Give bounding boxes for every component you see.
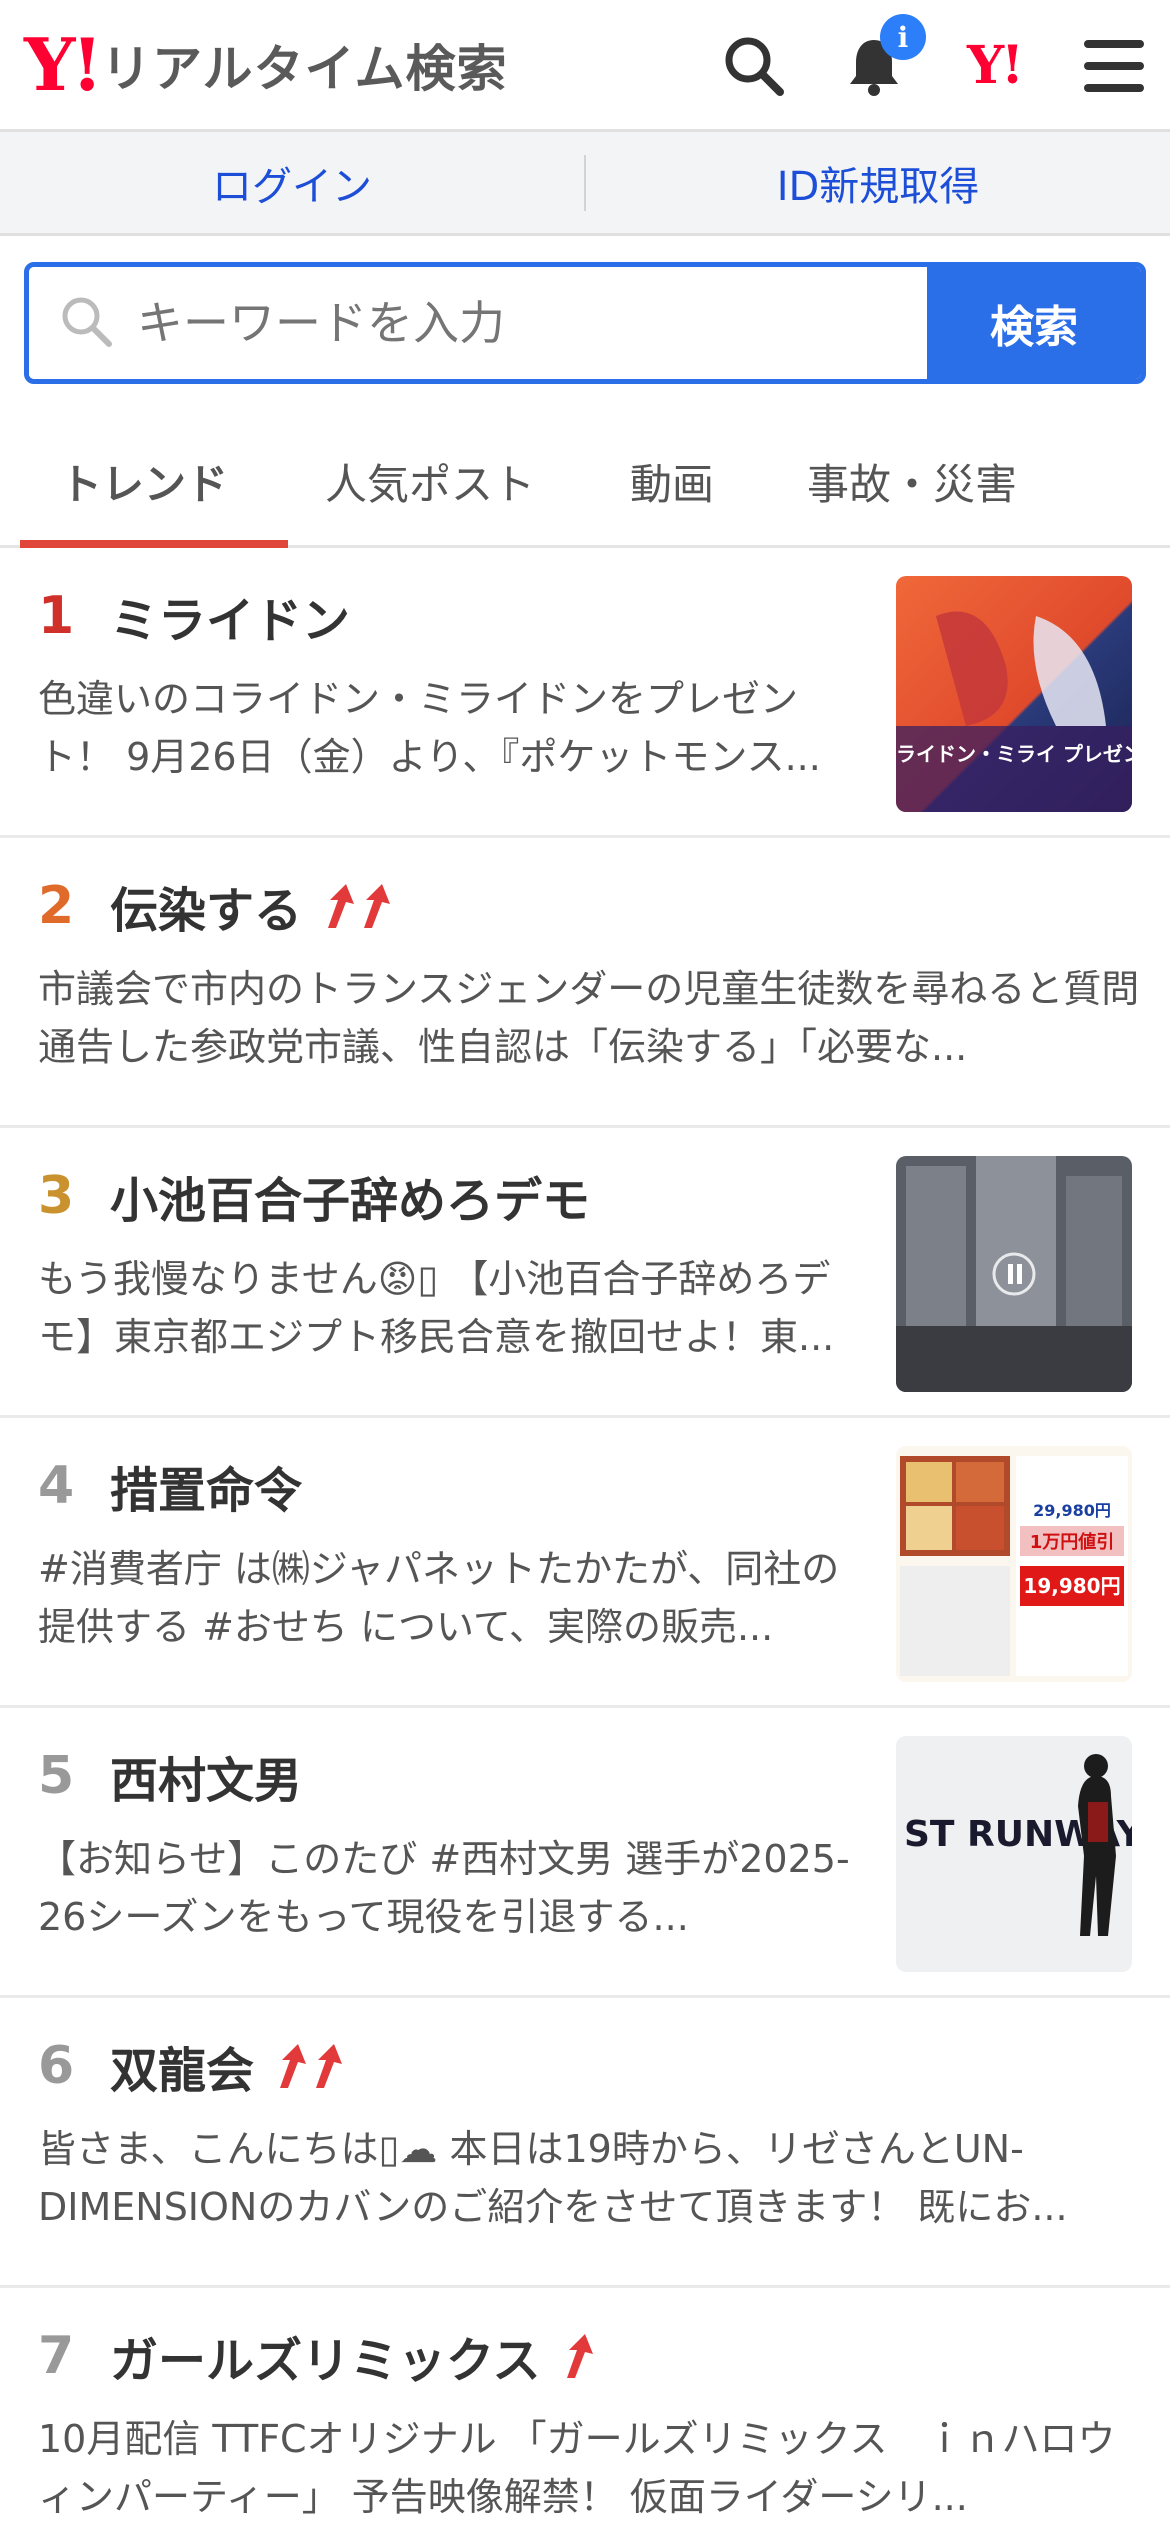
trend-rank: 3: [38, 1166, 75, 1226]
app-header: Y! リアルタイム検索 i Y!: [0, 0, 1170, 132]
thumbnail-caption: のコライドン・ミライ プレゼント!: [896, 742, 1132, 766]
trend-title: 措置命令: [110, 1463, 303, 1519]
trend-title: ガールズリミックス: [110, 2333, 541, 2389]
logo-text: リアルタイム検索: [101, 39, 508, 98]
trend-description: 10月配信 TTFCオリジナル 「ガールズリミックス ｉｎハロウィンパーティー」…: [38, 2417, 1116, 2519]
trend-title: 双龍会: [110, 2043, 255, 2099]
hamburger-menu-icon[interactable]: [1082, 34, 1146, 98]
trend-rank: 1: [38, 586, 75, 646]
auth-bar: ログイン ID新規取得: [0, 132, 1170, 236]
trend-thumbnail[interactable]: [896, 1156, 1132, 1392]
login-link[interactable]: ログイン: [0, 154, 584, 212]
search-button[interactable]: 検索: [927, 267, 1141, 379]
trend-item[interactable]: 6 双龍会 皆さま、こんにちは▯☁ 本日は19時から、リゼさんとUN-DIMEN…: [0, 1998, 1170, 2288]
notification-bell-icon[interactable]: i: [842, 14, 926, 98]
trend-title: 西村文男: [110, 1753, 303, 1809]
trend-description: 【お知らせ】このたび #西村文男 選手が2025-26シーズンをもって現役を引退…: [38, 1837, 850, 1939]
yahoo-small-mark: Y!: [967, 35, 1024, 96]
svg-text:29,980円: 29,980円: [1033, 1501, 1111, 1520]
trend-rank: 5: [38, 1746, 75, 1806]
tab-trend[interactable]: トレンド: [0, 418, 288, 548]
trend-title: 伝染する: [110, 883, 303, 939]
trend-item[interactable]: 4 措置命令 #消費者庁 は㈱ジャパネットたかたが、同社の提供する #おせち に…: [0, 1418, 1170, 1708]
search-section: 検索: [0, 236, 1170, 384]
search-field-icon: [59, 294, 113, 352]
notification-badge: i: [880, 14, 926, 60]
trend-thumbnail[interactable]: のコライドン・ミライ プレゼント!: [896, 576, 1132, 812]
trend-rank: 4: [38, 1456, 75, 1516]
trend-thumbnail[interactable]: ST RUNWAY: [896, 1736, 1132, 1972]
rising-arrows-icon: [270, 2040, 354, 2092]
category-tabs: トレンド 人気ポスト 動画 事故・災害: [0, 418, 1170, 548]
trend-description: もう我慢なりません😡▯ 【小池百合子辞めろデモ】東京都エジプト移民合意を撤回せよ…: [38, 1257, 835, 1359]
header-icons: i Y!: [722, 0, 1146, 132]
trend-title: ミライドン: [110, 593, 351, 649]
search-icon[interactable]: [722, 34, 786, 98]
trend-description: 皆さま、こんにちは▯☁ 本日は19時から、リゼさんとUN-DIMENSIONのカ…: [38, 2127, 1068, 2229]
trend-description: 色違いのコライドン・ミライドンをプレゼント！ 9月26日（金）より、『ポケットモ…: [38, 677, 821, 779]
search-box: 検索: [24, 262, 1146, 384]
tab-videos[interactable]: 動画: [572, 418, 772, 545]
trend-item[interactable]: 2 伝染する 市議会で市内のトランスジェンダーの児童生徒数を尋ねると質問通告した…: [0, 838, 1170, 1128]
yahoo-logo-mark: Y!: [24, 21, 103, 107]
svg-text:1万円値引: 1万円値引: [1030, 1531, 1115, 1553]
trend-item[interactable]: 3 小池百合子辞めろデモ もう我慢なりません😡▯ 【小池百合子辞めろデモ】東京都…: [0, 1128, 1170, 1418]
rising-arrows-icon: [318, 880, 402, 932]
yahoo-realtime-logo[interactable]: Y! リアルタイム検索: [24, 21, 508, 107]
tab-accidents-disasters[interactable]: 事故・災害: [772, 418, 1052, 545]
trend-rank: 7: [38, 2326, 75, 2386]
trend-item[interactable]: 5 西村文男 【お知らせ】このたび #西村文男 選手が2025-26シーズンをも…: [0, 1708, 1170, 1998]
signup-link[interactable]: ID新規取得: [586, 154, 1170, 212]
rising-arrow-icon: [557, 2330, 605, 2382]
search-input[interactable]: [137, 296, 927, 350]
tab-popular-posts[interactable]: 人気ポスト: [288, 418, 572, 545]
trend-thumbnail[interactable]: 29,980円 1万円値引 19,980円: [896, 1446, 1132, 1682]
trend-list: 1 ミライドン 色違いのコライドン・ミライドンをプレゼント！ 9月26日（金）よ…: [0, 548, 1170, 2532]
trend-item[interactable]: 1 ミライドン 色違いのコライドン・ミライドンをプレゼント！ 9月26日（金）よ…: [0, 548, 1170, 838]
search-field[interactable]: [29, 267, 927, 379]
trend-description: #消費者庁 は㈱ジャパネットたかたが、同社の提供する #おせち について、実際の…: [38, 1547, 840, 1649]
trend-rank: 6: [38, 2036, 75, 2096]
yahoo-japan-icon[interactable]: Y!: [962, 34, 1026, 98]
trend-description: 市議会で市内のトランスジェンダーの児童生徒数を尋ねると質問通告した参政党市議、性…: [38, 967, 1140, 1069]
trend-rank: 2: [38, 876, 75, 936]
trend-item[interactable]: 7 ガールズリミックス 10月配信 TTFCオリジナル 「ガールズリミックス ｉ…: [0, 2288, 1170, 2532]
svg-text:19,980円: 19,980円: [1023, 1574, 1120, 1598]
trend-title: 小池百合子辞めろデモ: [110, 1173, 591, 1229]
